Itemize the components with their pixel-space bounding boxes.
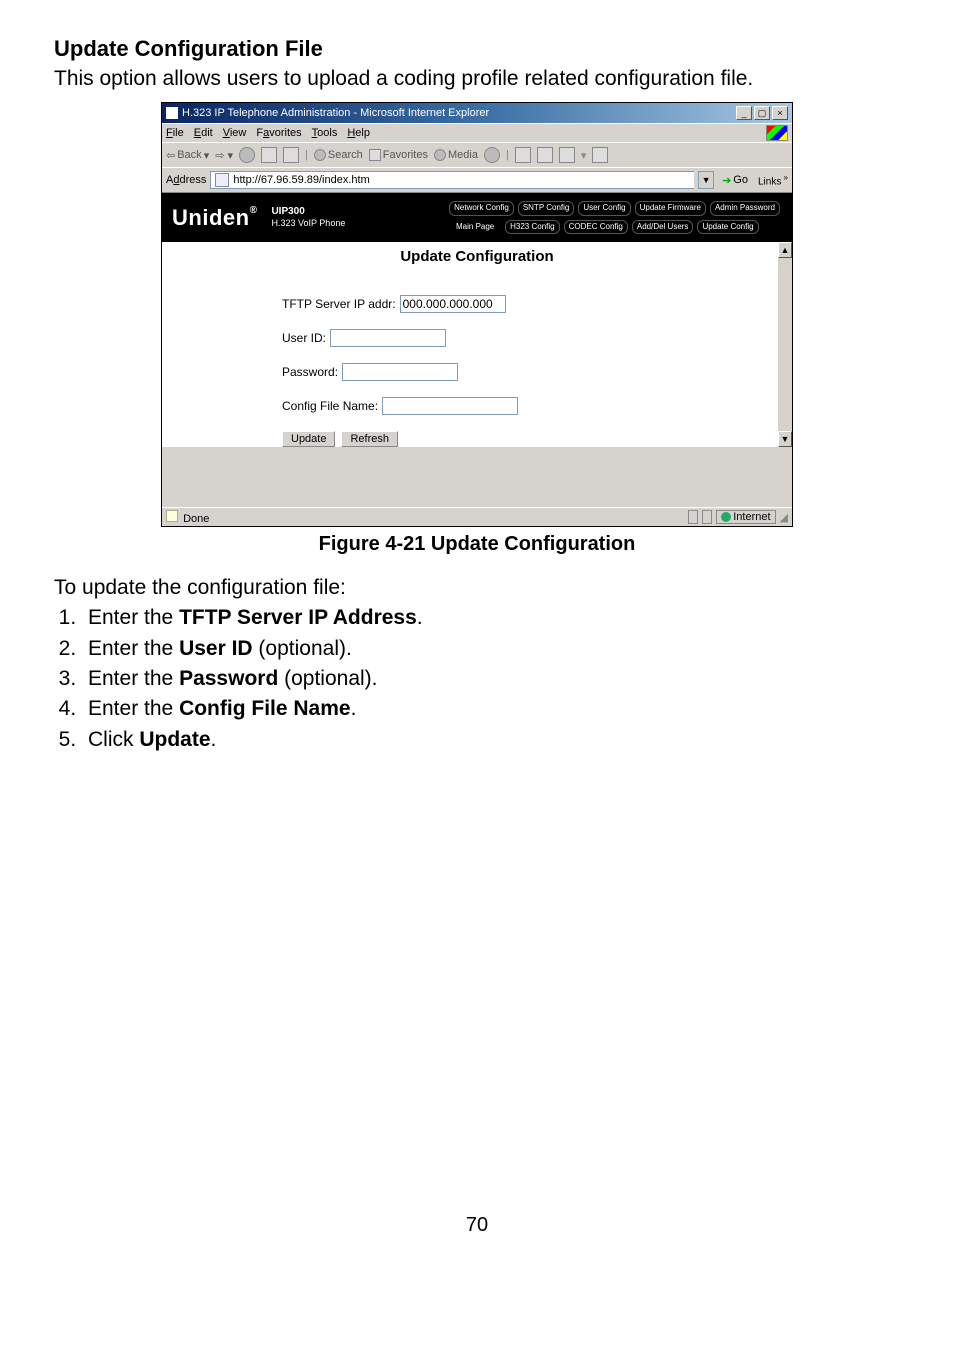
tab-user-config[interactable]: User Config [578, 201, 630, 215]
instructions-lead: To update the configuration file: [54, 574, 900, 602]
favorites-button[interactable]: Favorites [369, 149, 428, 161]
media-button[interactable]: Media [434, 149, 478, 161]
menu-tools[interactable]: Tools [312, 127, 338, 139]
history-icon[interactable] [484, 147, 500, 163]
done-icon [166, 510, 178, 522]
tab-h323-config[interactable]: H323 Config [505, 220, 559, 234]
resize-grip-icon[interactable]: ◢ [780, 511, 788, 524]
section-heading: Update Configuration File [54, 36, 900, 62]
address-dropdown-icon[interactable]: ▼ [698, 171, 714, 189]
userid-label: User ID: [282, 331, 326, 345]
userid-input[interactable] [330, 329, 446, 347]
figure-caption: Figure 4-21 Update Configuration [54, 533, 900, 556]
tftp-input[interactable] [400, 295, 506, 313]
page-content: Uniden® UIP300 H.323 VoIP Phone Network … [162, 192, 792, 447]
tab-update-config[interactable]: Update Config [697, 220, 758, 234]
back-button[interactable]: ⇦ Back ▾ [166, 149, 209, 162]
app-body: ▲ ▼ Update Configuration TFTP Server IP … [162, 242, 792, 447]
menu-edit[interactable]: Edit [194, 127, 213, 139]
statusbar: Done Internet ◢ [162, 507, 792, 526]
tab-add-del-users[interactable]: Add/Del Users [632, 220, 694, 234]
scroll-down-arrow-icon[interactable]: ▼ [778, 431, 792, 447]
refresh-button[interactable]: Refresh [341, 431, 398, 447]
print-icon[interactable] [537, 147, 553, 163]
status-left: Done [166, 510, 209, 525]
step-4: Enter the Config File Name. [82, 695, 900, 723]
home-icon[interactable] [283, 147, 299, 163]
instructions-list: Enter the TFTP Server IP Address. Enter … [82, 604, 900, 754]
maximize-button[interactable]: ▢ [754, 106, 770, 120]
status-zone: Internet [716, 510, 775, 524]
status-cell-2 [702, 510, 712, 524]
tab-network-config[interactable]: Network Config [449, 201, 514, 215]
nav-tabs: Network Config SNTP Config User Config U… [449, 201, 782, 234]
window-title: H.323 IP Telephone Administration - Micr… [182, 107, 489, 119]
search-button[interactable]: Search [314, 149, 363, 161]
menu-view[interactable]: View [223, 127, 247, 139]
tab-sntp-config[interactable]: SNTP Config [518, 201, 575, 215]
addressbar: Address http://67.96.59.89/index.htm ▼ ➔… [162, 167, 792, 192]
configfile-input[interactable] [382, 397, 518, 415]
password-label: Password: [282, 365, 338, 379]
step-2: Enter the User ID (optional). [82, 635, 900, 663]
password-input[interactable] [342, 363, 458, 381]
go-button[interactable]: ➔Go [722, 174, 748, 187]
brand-logo: Uniden® [172, 205, 257, 231]
ie-icon [166, 107, 178, 119]
globe-icon [721, 512, 731, 522]
instructions: To update the configuration file: Enter … [54, 574, 900, 754]
stop-icon[interactable] [239, 147, 255, 163]
model-info: UIP300 H.323 VoIP Phone [271, 206, 345, 229]
menu-file[interactable]: FFileile [166, 127, 184, 139]
mail-icon[interactable] [515, 147, 531, 163]
section-intro: This option allows users to upload a cod… [54, 66, 900, 92]
configfile-label: Config File Name: [282, 399, 378, 413]
refresh-icon[interactable] [261, 147, 277, 163]
address-label: Address [166, 174, 206, 186]
page-number: 70 [54, 1214, 900, 1237]
scroll-up-arrow-icon[interactable]: ▲ [778, 242, 792, 258]
tab-update-firmware[interactable]: Update Firmware [635, 201, 706, 215]
tab-admin-password[interactable]: Admin Password [710, 201, 780, 215]
figure: H.323 IP Telephone Administration - Micr… [54, 102, 900, 527]
window-titlebar: H.323 IP Telephone Administration - Micr… [162, 103, 792, 123]
address-input[interactable]: http://67.96.59.89/index.htm [210, 171, 694, 189]
edit-icon[interactable] [559, 147, 575, 163]
menubar: FFileile Edit View Favorites Tools Help [162, 123, 792, 142]
tftp-label: TFTP Server IP addr: [282, 297, 396, 311]
status-cell-1 [688, 510, 698, 524]
step-1: Enter the TFTP Server IP Address. [82, 604, 900, 632]
discuss-icon[interactable] [592, 147, 608, 163]
page-title: Update Configuration [162, 242, 792, 295]
ie-window: H.323 IP Telephone Administration - Micr… [161, 102, 793, 527]
close-button[interactable]: × [772, 106, 788, 120]
vertical-scrollbar[interactable]: ▲ ▼ [778, 242, 792, 447]
app-header: Uniden® UIP300 H.323 VoIP Phone Network … [162, 193, 792, 242]
forward-button[interactable]: ⇨ ▾ [215, 149, 233, 162]
links-button[interactable]: Links » [758, 173, 788, 187]
windows-logo-icon [766, 125, 788, 141]
menu-favorites[interactable]: Favorites [256, 127, 301, 139]
page-icon [215, 173, 229, 187]
step-3: Enter the Password (optional). [82, 665, 900, 693]
tab-main-page[interactable]: Main Page [449, 220, 501, 234]
menu-help[interactable]: Help [347, 127, 370, 139]
update-button[interactable]: Update [282, 431, 335, 447]
toolbar: ⇦ Back ▾ ⇨ ▾ | Search Favorites Media | … [162, 142, 792, 167]
step-5: Click Update. [82, 726, 900, 754]
config-form: TFTP Server IP addr: User ID: Password: [162, 295, 792, 415]
minimize-button[interactable]: _ [736, 106, 752, 120]
tab-codec-config[interactable]: CODEC Config [564, 220, 628, 234]
